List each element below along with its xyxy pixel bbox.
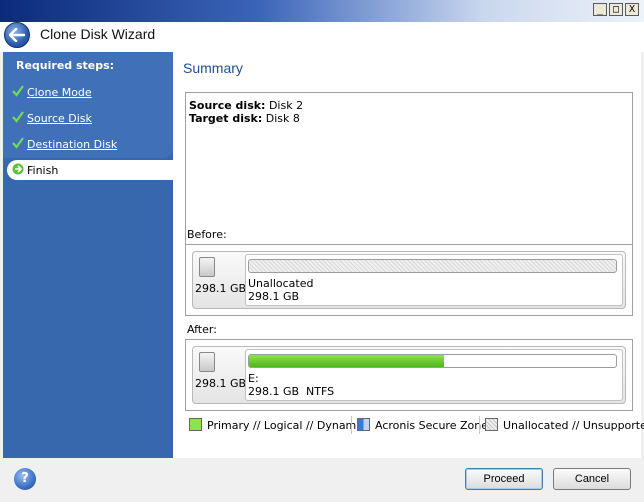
cancel-button[interactable]: Cancel: [553, 468, 631, 490]
close-button[interactable]: X: [625, 3, 639, 16]
wizard-footer: ? Proceed Cancel: [0, 458, 644, 502]
after-disk-panel: 298.1 GB E: 298.1 GB NTFS: [185, 339, 633, 411]
disk-size: 298.1 GB: [195, 282, 247, 295]
source-disk-value: Disk 2: [268, 99, 304, 112]
legend-primary-label: Primary // Logical // Dynamic: [207, 419, 366, 432]
sidebar-item-clone-mode[interactable]: Clone Mode: [7, 82, 173, 102]
before-partition[interactable]: Unallocated 298.1 GB: [245, 254, 623, 306]
partition-legend: Primary // Logical // Dynamic Acronis Se…: [185, 416, 644, 434]
proceed-button[interactable]: Proceed: [465, 468, 543, 490]
sidebar-item-label[interactable]: Destination Disk: [27, 138, 117, 151]
help-button[interactable]: ?: [14, 468, 36, 490]
after-disk: 298.1 GB E: 298.1 GB NTFS: [192, 346, 626, 404]
legend-divider: [351, 416, 352, 434]
minimize-button[interactable]: _: [593, 3, 607, 16]
target-disk-line: Target disk: Disk 8: [189, 112, 300, 125]
back-button[interactable]: [4, 22, 30, 48]
arrow-right-icon: [12, 163, 24, 175]
back-arrow-icon: [9, 28, 25, 42]
partition-size: 298.1 GB NTFS: [248, 385, 335, 398]
legend-secure-zone: Acronis Secure Zone: [357, 418, 488, 432]
steps-sidebar: Required steps: Clone Mode Source Disk D…: [3, 52, 173, 458]
legend-unallocated: Unallocated // Unsupported: [485, 418, 644, 432]
source-disk-label: Source disk:: [189, 99, 266, 112]
partition-name: Unallocated: [248, 277, 314, 290]
clone-disk-wizard-window: _ □ X Clone Disk Wizard Required steps: …: [0, 0, 644, 502]
target-disk-label: Target disk:: [189, 112, 263, 125]
before-disk-panel: 298.1 GB Unallocated 298.1 GB: [185, 244, 633, 316]
wizard-title: Clone Disk Wizard: [40, 26, 156, 42]
disk-size: 298.1 GB: [195, 377, 247, 390]
sidebar-item-destination-disk[interactable]: Destination Disk: [7, 134, 173, 154]
legend-primary: Primary // Logical // Dynamic: [189, 418, 365, 432]
sidebar-heading: Required steps:: [16, 59, 115, 72]
checkmark-icon: [12, 137, 24, 149]
source-disk-line: Source disk: Disk 2: [189, 99, 303, 112]
partition-name: E:: [248, 372, 259, 385]
legend-secure-zone-label: Acronis Secure Zone: [375, 419, 488, 432]
checkmark-icon: [12, 111, 24, 123]
sidebar-item-source-disk[interactable]: Source Disk: [7, 108, 173, 128]
before-label: Before:: [187, 228, 227, 241]
primary-swatch: [189, 418, 202, 431]
target-disk-value: Disk 8: [265, 112, 300, 125]
sidebar-item-label: Finish: [27, 164, 59, 177]
unallocated-bar: [248, 259, 617, 273]
partition-usage-fill: [249, 355, 444, 367]
after-partition[interactable]: E: 298.1 GB NTFS: [245, 349, 623, 401]
hard-drive-icon: [199, 352, 215, 372]
checkmark-icon: [12, 85, 24, 97]
sidebar-item-finish[interactable]: Finish: [7, 160, 173, 180]
secure-zone-swatch: [357, 418, 370, 431]
before-disk: 298.1 GB Unallocated 298.1 GB: [192, 251, 626, 309]
hard-drive-icon: [199, 257, 215, 277]
sidebar-bottom-panel: [3, 180, 173, 458]
after-label: After:: [187, 323, 217, 336]
partition-size: 298.1 GB: [248, 290, 300, 303]
legend-divider: [479, 416, 480, 434]
partition-usage-bar: [248, 354, 617, 368]
unallocated-swatch: [485, 418, 498, 431]
page-title: Summary: [183, 60, 243, 76]
window-titlebar: _ □ X: [0, 0, 644, 22]
legend-unallocated-label: Unallocated // Unsupported: [503, 419, 644, 432]
summary-panel: Summary Source disk: Disk 2 Target disk:…: [173, 52, 644, 458]
sidebar-item-label[interactable]: Source Disk: [27, 112, 92, 125]
maximize-button[interactable]: □: [609, 3, 623, 16]
wizard-header: Clone Disk Wizard: [0, 22, 644, 52]
sidebar-item-label[interactable]: Clone Mode: [27, 86, 92, 99]
